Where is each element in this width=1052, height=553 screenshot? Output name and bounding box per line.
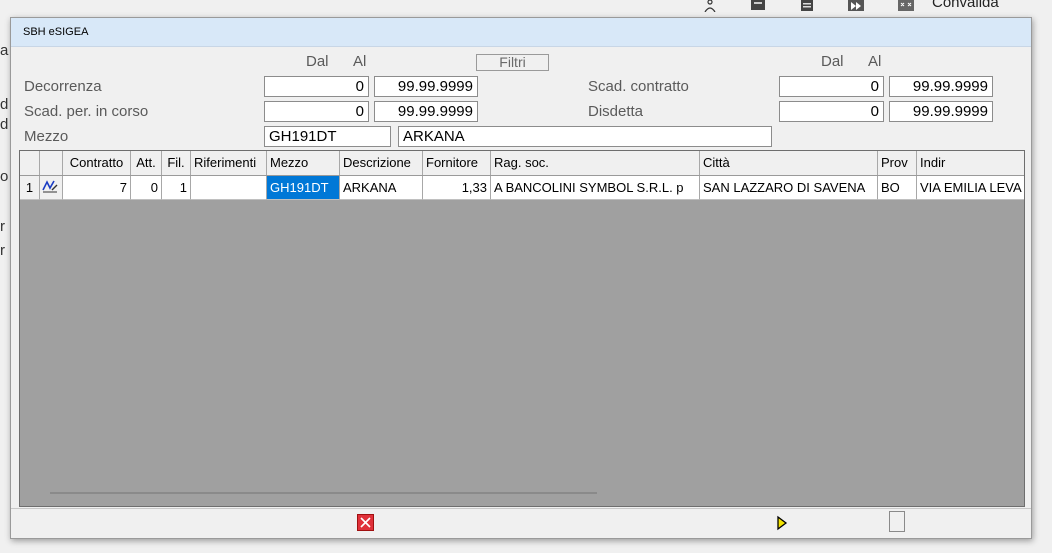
- scad-contratto-al-field[interactable]: 99.99.9999: [889, 76, 993, 97]
- grid-header-riferimenti[interactable]: Riferimenti: [191, 151, 267, 175]
- blank-button[interactable]: [889, 511, 905, 532]
- grid-header-fornitore[interactable]: Fornitore: [423, 151, 491, 175]
- row-descrizione: ARKANA: [340, 176, 423, 200]
- table-row[interactable]: 1 7 0 1 GH191DT ARKANA 1,33 A BANCOLINI …: [20, 176, 1024, 200]
- next-arrow-icon[interactable]: [775, 515, 789, 531]
- fast-forward-icon[interactable]: [848, 0, 864, 12]
- background-letter: d: [0, 116, 9, 133]
- decorrenza-dal-field[interactable]: 0: [264, 76, 369, 97]
- background-letter: r: [0, 218, 5, 235]
- row-icon-cell[interactable]: [40, 176, 63, 200]
- filtri-button[interactable]: Filtri: [476, 54, 549, 71]
- dal-header-right: Dal: [821, 53, 844, 70]
- convalida-label[interactable]: Convalida: [932, 0, 999, 11]
- cancel-icon: [360, 517, 371, 528]
- cancel-button[interactable]: [357, 514, 374, 531]
- disdetta-label: Disdetta: [588, 103, 644, 120]
- background-letter: a: [0, 42, 9, 59]
- row-contratto: 7: [63, 176, 131, 200]
- row-att: 0: [131, 176, 162, 200]
- scad-per-in-corso-label: Scad. per. in corso: [24, 103, 149, 120]
- background-letter: r: [0, 242, 5, 259]
- decorrenza-label: Decorrenza: [24, 78, 102, 95]
- row-mezzo[interactable]: GH191DT: [267, 176, 340, 200]
- dialog-titlebar[interactable]: SBH eSIGEA: [11, 18, 1031, 47]
- decorrenza-al-field[interactable]: 99.99.9999: [374, 76, 478, 97]
- grid-header-mezzo[interactable]: Mezzo: [267, 151, 340, 175]
- scad-per-in-corso-dal-field[interactable]: 0: [264, 101, 369, 122]
- edit-pencil-icon[interactable]: [40, 176, 60, 198]
- grid-header-rag-soc[interactable]: Rag. soc.: [491, 151, 700, 175]
- row-fornitore: 1,33: [423, 176, 491, 200]
- results-grid[interactable]: Contratto Att. Fil. Riferimenti Mezzo De…: [19, 150, 1025, 507]
- dal-header-left: Dal: [306, 53, 329, 70]
- scad-contratto-dal-field[interactable]: 0: [779, 76, 884, 97]
- scad-per-in-corso-al-field[interactable]: 99.99.9999: [374, 101, 478, 122]
- row-index: 1: [20, 176, 40, 200]
- dialog-title: SBH eSIGEA: [23, 26, 89, 38]
- row-prov: BO: [878, 176, 917, 200]
- filter-dialog: SBH eSIGEA Dal Al Filtri Dal Al Decorren…: [10, 17, 1032, 539]
- grid-header-index: [20, 151, 40, 175]
- grid-header-citta[interactable]: Città: [700, 151, 878, 175]
- row-riferimenti: [191, 176, 267, 200]
- disdetta-dal-field[interactable]: 0: [779, 101, 884, 122]
- grid-header-fil[interactable]: Fil.: [162, 151, 191, 175]
- row-rag-soc: A BANCOLINI SYMBOL S.R.L. p: [491, 176, 700, 200]
- al-header-left: Al: [353, 53, 367, 70]
- row-fil: 1: [162, 176, 191, 200]
- scad-contratto-label: Scad. contratto: [588, 78, 689, 95]
- footer-divider: [11, 508, 1031, 509]
- horizontal-scrollbar[interactable]: [50, 492, 597, 494]
- mezzo-code-field[interactable]: GH191DT: [264, 126, 391, 147]
- document-icon[interactable]: [799, 0, 815, 12]
- row-citta: SAN LAZZARO DI SAVENA: [700, 176, 878, 200]
- grid-icon[interactable]: [898, 0, 914, 12]
- mezzo-description-field[interactable]: ARKANA: [398, 126, 772, 147]
- person-icon[interactable]: [702, 0, 718, 12]
- mezzo-label: Mezzo: [24, 128, 69, 145]
- background-letter: o: [0, 168, 9, 185]
- grid-header-prov[interactable]: Prov: [878, 151, 917, 175]
- grid-header-att[interactable]: Att.: [131, 151, 162, 175]
- disdetta-al-field[interactable]: 99.99.9999: [889, 101, 993, 122]
- grid-header-indir[interactable]: Indir: [917, 151, 1024, 175]
- background-letter: d: [0, 96, 9, 113]
- al-header-right: Al: [868, 53, 882, 70]
- grid-header-icon: [40, 151, 63, 175]
- row-indir: VIA EMILIA LEVA: [917, 176, 1024, 200]
- grid-header-descrizione[interactable]: Descrizione: [340, 151, 423, 175]
- grid-header-contratto[interactable]: Contratto: [63, 151, 131, 175]
- grid-header-row: Contratto Att. Fil. Riferimenti Mezzo De…: [20, 151, 1024, 176]
- background-toolbar: Convalida: [0, 0, 1052, 18]
- print-icon[interactable]: [750, 0, 766, 12]
